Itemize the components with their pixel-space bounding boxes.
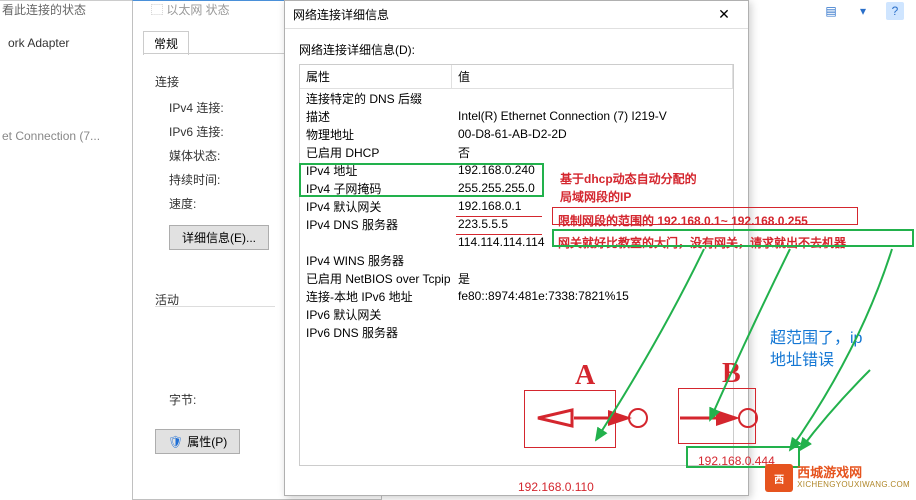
cell-value: 223.5.5.5: [454, 217, 733, 231]
toolbar-right: ▤ ▾ ?: [822, 2, 904, 20]
table-row[interactable]: 描述Intel(R) Ethernet Connection (7) I219-…: [300, 107, 733, 125]
watermark-en: XICHENGYOUXIWANG.COM: [797, 481, 910, 490]
label-duration: 持续时间:: [169, 171, 220, 188]
cell-value: 192.168.0.1: [454, 199, 733, 213]
cell-value: 是: [454, 270, 733, 287]
details-label: 网络连接详细信息(D):: [299, 41, 734, 58]
adapter-label: ork Adapter: [8, 36, 69, 50]
table-row[interactable]: IPv4 地址192.168.0.240: [300, 161, 733, 179]
status-link[interactable]: 看此连接的状态: [2, 1, 86, 18]
details-table: 属性 值 连接特定的 DNS 后缀描述Intel(R) Ethernet Con…: [299, 64, 734, 466]
cell-property: IPv6 默认网关: [300, 306, 454, 323]
shield-icon: 🛡: [168, 435, 183, 449]
table-row[interactable]: 连接特定的 DNS 后缀: [300, 89, 733, 107]
col-value[interactable]: 值: [452, 65, 733, 88]
cell-value: Intel(R) Ethernet Connection (7) I219-V: [454, 109, 733, 123]
annotation-outrange-2: 地址错误: [770, 346, 834, 370]
cell-property: 已启用 NetBIOS over Tcpip: [300, 270, 454, 287]
label-speed: 速度:: [169, 195, 196, 212]
table-row[interactable]: 已启用 DHCP否: [300, 143, 733, 161]
network-details-dialog: 网络连接详细信息 ✕ 网络连接详细信息(D): 属性 值 连接特定的 DNS 后…: [284, 0, 749, 496]
table-row[interactable]: 已启用 NetBIOS over Tcpip是: [300, 269, 733, 287]
close-icon[interactable]: ✕: [708, 6, 740, 23]
table-row[interactable]: IPv6 默认网关: [300, 305, 733, 323]
table-row[interactable]: 连接-本地 IPv6 地址fe80::8974:481e:7338:7821%1…: [300, 287, 733, 305]
details-button[interactable]: 详细信息(E)...: [169, 225, 269, 250]
cell-property: IPv4 默认网关: [300, 198, 454, 215]
cell-value: 192.168.0.240: [454, 163, 733, 177]
annotation-letter-b: B: [722, 358, 741, 390]
outrange-box: [762, 318, 898, 368]
label-ipv6-conn: IPv6 连接:: [169, 123, 224, 140]
table-row[interactable]: IPv4 子网掩码255.255.255.0: [300, 179, 733, 197]
label-ipv4-conn: IPv4 连接:: [169, 99, 224, 116]
cell-value: fe80::8974:481e:7338:7821%15: [454, 289, 733, 303]
cell-property: 描述: [300, 108, 454, 125]
watermark: 西 西城游戏网 XICHENGYOUXIWANG.COM: [765, 464, 910, 492]
table-row[interactable]: IPv6 DNS 服务器: [300, 323, 733, 341]
cell-value: 00-D8-61-AB-D2-2D: [454, 127, 733, 141]
cell-property: 物理地址: [300, 126, 454, 143]
dialog-title: 网络连接详细信息: [293, 6, 708, 23]
table-row[interactable]: 物理地址00-D8-61-AB-D2-2D: [300, 125, 733, 143]
cell-property: IPv4 子网掩码: [300, 180, 454, 197]
cell-value: 255.255.255.0: [454, 181, 733, 195]
watermark-logo-icon: 西: [765, 464, 793, 492]
cell-property: 连接-本地 IPv6 地址: [300, 288, 454, 305]
cell-value: 114.114.114.114: [454, 235, 733, 249]
connection-label: et Connection (7...: [2, 129, 100, 143]
table-row[interactable]: IPv4 默认网关192.168.0.1: [300, 197, 733, 215]
table-row[interactable]: IPv4 WINS 服务器: [300, 251, 733, 269]
table-row[interactable]: IPv4 DNS 服务器223.5.5.5: [300, 215, 733, 233]
section-connection: 连接: [155, 73, 179, 90]
cell-value: 否: [454, 144, 733, 161]
dialog-titlebar: 网络连接详细信息 ✕: [285, 1, 748, 29]
cell-property: IPv6 DNS 服务器: [300, 324, 454, 341]
cell-property: IPv4 DNS 服务器: [300, 216, 454, 233]
col-property[interactable]: 属性: [300, 65, 452, 88]
annotation-letter-a: A: [575, 360, 595, 392]
view-icon[interactable]: ▤: [822, 2, 840, 20]
label-media: 媒体状态:: [169, 147, 220, 164]
tab-general[interactable]: 常规: [143, 31, 189, 55]
label-bytes: 字节:: [169, 391, 196, 408]
table-row[interactable]: 114.114.114.114: [300, 233, 733, 251]
annotation-outrange-1: 超范围了，ip: [770, 324, 862, 348]
properties-button[interactable]: 🛡 属性(P): [155, 429, 240, 454]
help-icon[interactable]: ?: [886, 2, 904, 20]
cell-property: 已启用 DHCP: [300, 144, 454, 161]
cell-property: 连接特定的 DNS 后缀: [300, 90, 454, 107]
cell-property: IPv4 WINS 服务器: [300, 252, 454, 269]
watermark-cn: 西城游戏网: [797, 466, 910, 480]
cell-property: IPv4 地址: [300, 162, 454, 179]
window-title-faded: ⬚ 以太网 状态: [151, 1, 230, 18]
nav-icon[interactable]: ▾: [854, 2, 872, 20]
